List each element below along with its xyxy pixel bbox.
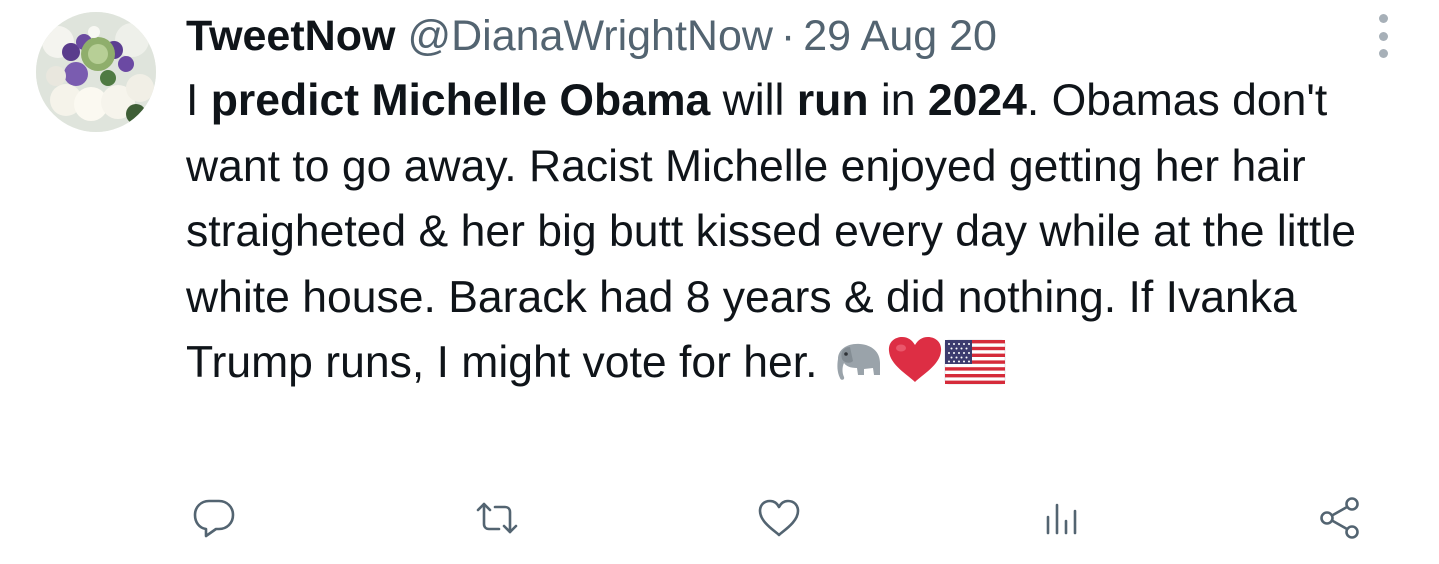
retweet-icon [476, 502, 518, 534]
separator-dot: · [780, 11, 796, 60]
avatar[interactable] [36, 12, 156, 132]
analytics-icon [1046, 503, 1077, 535]
action-bar [0, 488, 1439, 548]
us-flag-icon [944, 339, 1006, 385]
text-segment: will [710, 76, 797, 125]
text-segment: in [868, 76, 928, 125]
more-dot [1378, 14, 1388, 23]
share-icon [1320, 497, 1359, 539]
text-segment-bold: 2024 [927, 76, 1027, 125]
text-segment-bold: run [796, 76, 869, 125]
like-button[interactable] [749, 488, 809, 548]
more-dot [1378, 31, 1388, 41]
tweet-header: TweetNow @DianaWrightNow · 29 Aug 20 [186, 8, 997, 64]
display-name[interactable]: TweetNow [186, 12, 395, 61]
elephant-icon [830, 337, 886, 385]
reply-button[interactable] [184, 488, 244, 548]
more-options-icon[interactable] [1371, 14, 1395, 58]
user-handle[interactable]: @DianaWrightNow [407, 12, 772, 61]
text-segment-bold: predict Michelle Obama [210, 76, 711, 125]
red-heart-icon [886, 335, 944, 385]
heart-icon [758, 499, 800, 537]
flower-bouquet-avatar-icon [36, 12, 156, 132]
tweet[interactable]: TweetNow @DianaWrightNow · 29 Aug 20 I p… [0, 0, 1439, 564]
more-dot [1378, 49, 1388, 58]
views-button[interactable] [1031, 488, 1091, 548]
tweet-text: I predict Michelle Obama will run in 202… [186, 68, 1401, 396]
retweet-button[interactable] [467, 488, 527, 548]
share-button[interactable] [1310, 488, 1370, 548]
text-segment: I [186, 76, 211, 125]
reply-icon [193, 499, 235, 538]
tweet-date[interactable]: 29 Aug 20 [803, 12, 997, 61]
